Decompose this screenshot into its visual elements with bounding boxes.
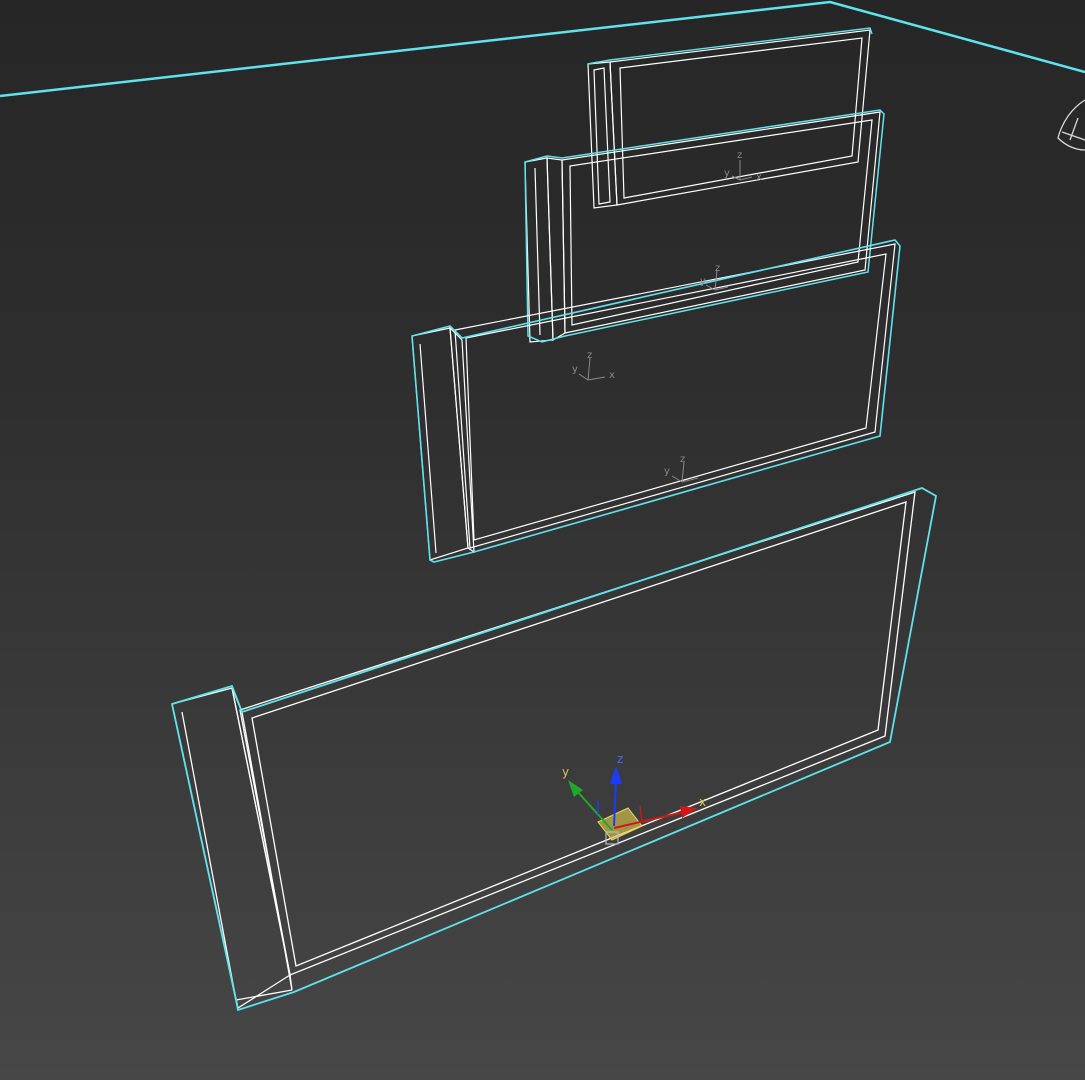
pivot-axis-label-z: z: [737, 150, 742, 161]
gizmo-y-label: y: [562, 765, 569, 779]
y-axis-line[interactable]: [575, 789, 613, 831]
gizmo-x-label: x: [699, 795, 706, 809]
panel-large[interactable]: [171, 487, 938, 1012]
pivot-axis-label-x: x: [609, 370, 615, 381]
pivot-axis-label-x: x: [756, 172, 762, 183]
pivot-axis-label-z: z: [680, 454, 685, 465]
transform-gizmo[interactable]: y z x: [562, 752, 706, 845]
scene-wireframe[interactable]: z y x z y z y x z y y z x: [0, 0, 1085, 1080]
perspective-viewport[interactable]: z y x z y z y x z y y z x: [0, 0, 1085, 1080]
pivot-axis-label-z: z: [715, 263, 720, 274]
pivot-axes-panel-medium-2: [671, 461, 699, 483]
pivot-axis-label-y: y: [700, 276, 706, 287]
panel-medium[interactable]: [411, 239, 901, 563]
camera-icon[interactable]: [1057, 99, 1085, 151]
floor-boundary: [0, 0, 1085, 98]
panel-small[interactable]: [524, 109, 885, 343]
gizmo-z-label: z: [617, 752, 623, 766]
pivot-axis-label-z: z: [587, 350, 592, 361]
pivot-axis-label-y: y: [572, 364, 578, 375]
pivot-axes-panel-medium: [578, 357, 606, 381]
z-axis-arrow[interactable]: [610, 766, 622, 784]
pivot-axes-panel-smallest: [731, 160, 753, 181]
pivot-axis-label-y: y: [724, 168, 730, 179]
pivot-axis-label-y: y: [664, 466, 670, 477]
